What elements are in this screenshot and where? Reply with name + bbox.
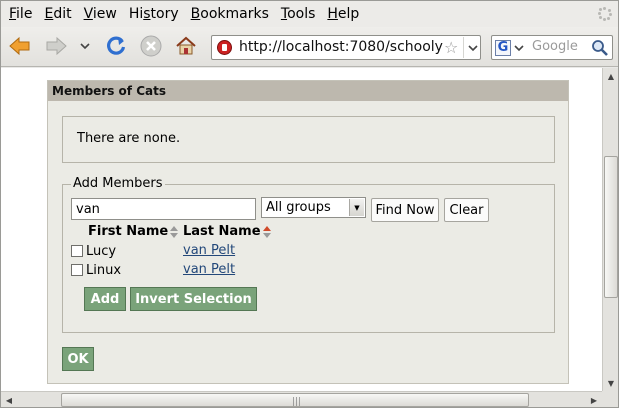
menu-bookmarks[interactable]: Bookmarks: [187, 6, 277, 22]
reload-icon: [107, 36, 126, 55]
first-name-header[interactable]: First Name: [88, 224, 179, 239]
last-name-header[interactable]: Last Name: [183, 224, 271, 239]
reload-button[interactable]: [103, 33, 129, 59]
url-text[interactable]: http://localhost:7080/schoolyear: [239, 39, 443, 55]
scroll-left-arrow-icon[interactable]: ◀: [1, 392, 17, 408]
group-filter-value: All groups: [266, 200, 331, 215]
search-input[interactable]: Google: [532, 39, 578, 54]
scroll-up-arrow-icon[interactable]: ▲: [603, 68, 619, 84]
grip-icon: |||: [292, 397, 302, 407]
first-name-cell: Lucy: [86, 243, 117, 259]
back-button[interactable]: [7, 33, 33, 59]
last-name-link[interactable]: van Pelt: [183, 262, 235, 277]
browser-window: File Edit View History Bookmarks Tools H…: [0, 0, 619, 408]
url-bar[interactable]: http://localhost:7080/schoolyear ☆: [211, 35, 481, 60]
last-name-header-label: Last Name: [183, 224, 261, 239]
forward-arrow-icon: [46, 36, 67, 56]
menu-view[interactable]: View: [80, 6, 125, 22]
vertical-scroll-thumb[interactable]: [604, 156, 618, 298]
scroll-down-arrow-icon[interactable]: ▼: [603, 375, 619, 391]
menu-bar: File Edit View History Bookmarks Tools H…: [1, 1, 618, 27]
table-row: Linux: [71, 261, 121, 279]
bookmark-star-icon[interactable]: ☆: [444, 38, 458, 57]
menu-file[interactable]: File: [5, 6, 40, 22]
vertical-scrollbar[interactable]: ▲ ▼: [602, 68, 618, 391]
chevron-down-icon: [514, 45, 524, 52]
search-engine-selector[interactable]: G: [495, 39, 527, 57]
chevron-down-icon: [467, 44, 478, 51]
menu-help[interactable]: Help: [323, 6, 367, 22]
last-name-link[interactable]: van Pelt: [183, 243, 235, 258]
group-filter-select[interactable]: All groups ▼: [261, 197, 366, 218]
member-search-input[interactable]: van: [71, 198, 256, 220]
member-checkbox[interactable]: [71, 264, 83, 276]
clear-button[interactable]: Clear: [444, 198, 489, 222]
menu-history[interactable]: History: [125, 6, 187, 22]
find-now-button[interactable]: Find Now: [371, 198, 439, 222]
page-viewport: Members of Cats There are none. Add Memb…: [1, 68, 602, 391]
horizontal-scrollbar[interactable]: ◀ ||| ▶: [1, 391, 602, 407]
menu-tools[interactable]: Tools: [277, 6, 324, 22]
search-bar[interactable]: G Google: [491, 35, 613, 60]
table-row: Lucy: [71, 242, 116, 260]
home-icon: [176, 36, 196, 55]
chevron-down-icon: [80, 43, 90, 50]
url-dropdown-button[interactable]: [463, 37, 481, 58]
history-dropdown-button[interactable]: [75, 33, 95, 59]
throbber-icon: [598, 7, 612, 21]
horizontal-scroll-thumb[interactable]: |||: [61, 393, 529, 407]
select-arrow-icon: ▼: [349, 199, 364, 216]
members-panel: Members of Cats There are none. Add Memb…: [47, 80, 569, 384]
home-button[interactable]: [173, 33, 199, 59]
back-arrow-icon: [9, 36, 30, 56]
empty-members-text: There are none.: [77, 131, 181, 146]
forward-button[interactable]: [43, 33, 69, 59]
sort-arrows-icon[interactable]: [170, 225, 179, 238]
site-favicon-icon: [217, 40, 232, 55]
sort-active-icon[interactable]: [262, 225, 271, 238]
invert-selection-button[interactable]: Invert Selection: [130, 287, 257, 311]
stop-icon: [140, 35, 162, 57]
google-icon: G: [495, 40, 511, 56]
stop-button[interactable]: [138, 33, 164, 59]
first-name-header-label: First Name: [88, 224, 169, 239]
add-members-legend: Add Members: [71, 176, 165, 191]
navigation-toolbar: http://localhost:7080/schoolyear ☆ G Goo…: [1, 27, 618, 67]
add-members-fieldset: Add Members van All groups ▼ Find Now Cl…: [62, 176, 555, 333]
scrollbar-corner: [602, 391, 618, 407]
magnifier-icon: [592, 40, 608, 56]
scroll-right-arrow-icon[interactable]: ▶: [586, 392, 602, 408]
first-name-cell: Linux: [86, 262, 122, 278]
ok-button[interactable]: OK: [62, 347, 94, 371]
menu-edit[interactable]: Edit: [40, 6, 79, 22]
members-empty-box: There are none.: [62, 116, 555, 163]
panel-title: Members of Cats: [48, 81, 568, 101]
search-button[interactable]: [591, 39, 609, 57]
add-button[interactable]: Add: [84, 287, 126, 311]
member-checkbox[interactable]: [71, 245, 83, 257]
